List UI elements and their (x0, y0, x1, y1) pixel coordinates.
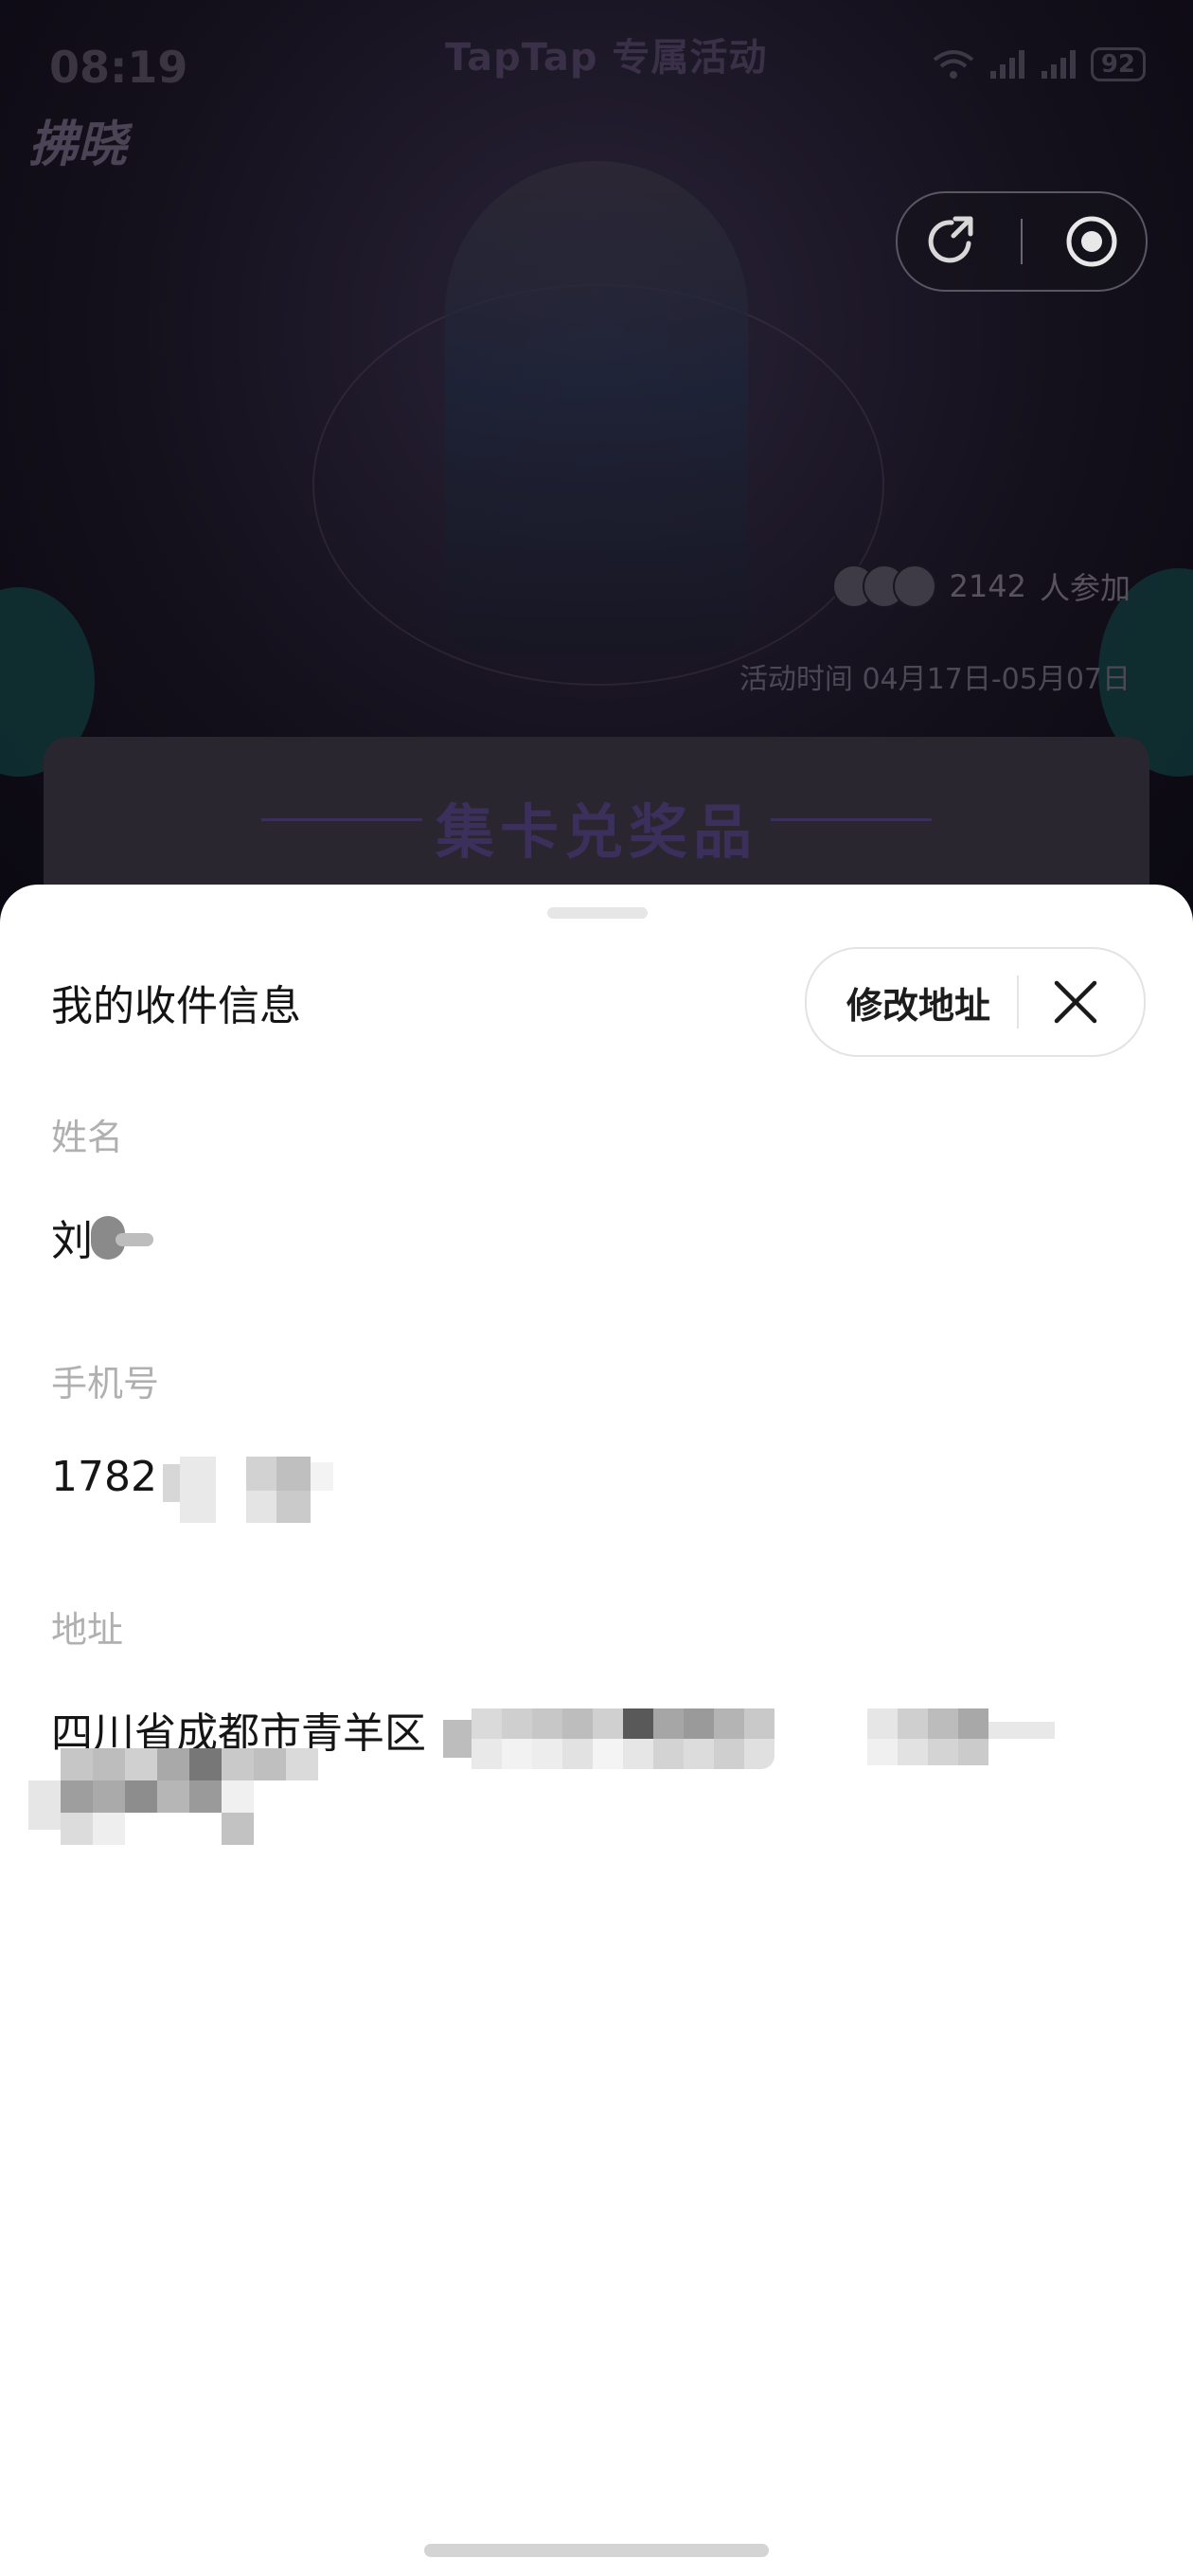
sheet-title: 我的收件信息 (51, 982, 301, 1030)
card-section-title: 集卡兑奖品 (435, 797, 757, 867)
signal-icon (989, 50, 1024, 79)
shipping-info-sheet: 我的收件信息 修改地址 姓名 刘 手机号 1782 地址 四川省成都市青羊区 (0, 885, 1193, 2576)
status-bar: 08:19 TapTap 专属活动 92 (0, 0, 1193, 123)
name-label: 姓名 (51, 1117, 124, 1158)
capsule-divider (1020, 219, 1023, 264)
hero-character-art (445, 161, 748, 653)
activity-time: 活动时间 04月17日-05月07日 (739, 663, 1131, 696)
participants-suffix: 人参加 (1039, 570, 1131, 606)
phone-redaction-mosaic (163, 1457, 343, 1523)
participants-info: 2142 人参加 (831, 564, 1131, 608)
address-label: 地址 (51, 1609, 124, 1651)
name-redaction-mosaic (91, 1212, 157, 1265)
title-decor-line-right (771, 818, 932, 821)
sheet-action-capsule: 修改地址 (805, 947, 1146, 1057)
name-value: 刘 (51, 1217, 93, 1265)
phone-value: 1782 (51, 1453, 157, 1501)
home-indicator[interactable] (424, 2544, 769, 2557)
sheet-drag-handle[interactable] (547, 907, 648, 919)
record-button[interactable] (1054, 204, 1130, 279)
participant-avatars (831, 564, 936, 608)
page-title: TapTap 专属活动 (445, 36, 768, 80)
status-time: 08:19 (49, 42, 188, 93)
signal-icon-secondary (1041, 50, 1076, 79)
edit-address-button[interactable]: 修改地址 (807, 949, 1017, 1055)
record-icon (1066, 216, 1117, 267)
mini-program-capsule (896, 191, 1148, 292)
share-icon (928, 216, 973, 263)
avatar (892, 564, 936, 608)
participants-count: 2142 (949, 568, 1026, 604)
close-icon (1054, 980, 1097, 1024)
share-button[interactable] (914, 204, 989, 279)
status-icons: 92 (932, 47, 1146, 81)
wifi-icon (933, 50, 974, 79)
battery-indicator: 92 (1090, 47, 1146, 81)
address-redaction-mosaic-line2 (28, 1748, 331, 1864)
close-button[interactable] (1019, 949, 1132, 1055)
phone-label: 手机号 (51, 1363, 160, 1404)
address-redaction-mosaic-line1 (443, 1707, 1087, 1769)
game-logo: 拂晓 (28, 116, 128, 173)
